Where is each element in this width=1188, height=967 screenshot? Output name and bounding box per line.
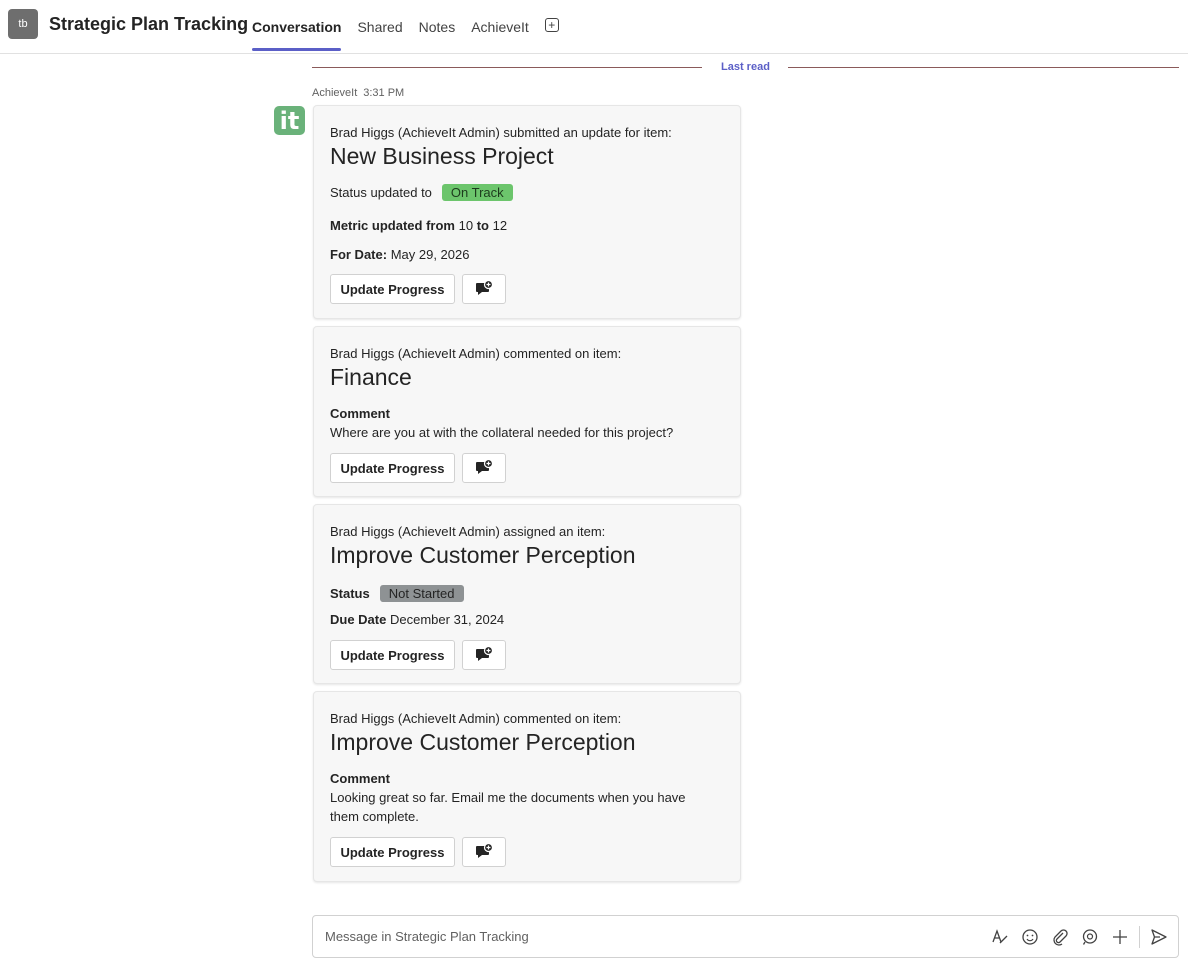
date-label: For Date: [330, 247, 388, 262]
metric-to-word: to [476, 218, 489, 233]
emoji-icon[interactable] [1019, 926, 1041, 948]
tab-notes[interactable]: Notes [419, 0, 456, 53]
card-intro: Brad Higgs (AchieveIt Admin) submitted a… [330, 125, 672, 140]
comment-text-line2: them complete. [330, 809, 419, 824]
metric-to: 12 [492, 218, 508, 233]
metric-row: Metric updated from 10 to 12 [330, 218, 507, 233]
card-title: Improve Customer Perception [330, 729, 636, 755]
comment-add-icon [476, 843, 493, 858]
tab-bar: Conversation Shared Notes AchieveIt + [252, 0, 559, 53]
sender-name[interactable]: AchieveIt [312, 87, 357, 99]
comment-card: Brad Higgs (AchieveIt Admin) commented o… [313, 326, 741, 497]
card-title: Improve Customer Perception [330, 542, 636, 568]
due-date-value: December 31, 2024 [389, 612, 505, 627]
add-comment-button[interactable] [462, 453, 506, 483]
status-label: Status [330, 586, 370, 601]
comment-add-icon [476, 459, 493, 474]
add-comment-button[interactable] [462, 274, 506, 304]
format-icon[interactable] [989, 926, 1011, 948]
compose-placeholder[interactable]: Message in Strategic Plan Tracking [325, 929, 529, 944]
comment-text-line1: Looking great so far. Email me the docum… [330, 790, 686, 805]
divider-line-right [788, 67, 1179, 68]
card-intro: Brad Higgs (AchieveIt Admin) assigned an… [330, 524, 606, 539]
status-badge: On Track [441, 184, 513, 201]
card-title: New Business Project [330, 143, 554, 169]
bot-avatar[interactable]: it [274, 106, 305, 135]
message-time: 3:31 PM [363, 87, 405, 99]
status-row: Status Not Started [330, 585, 464, 602]
last-read-divider: Last read [312, 60, 1179, 76]
due-date-label: Due Date [330, 612, 387, 627]
toolbar-separator [1139, 926, 1140, 948]
attach-icon[interactable] [1049, 926, 1071, 948]
divider-line-left [312, 67, 702, 68]
add-comment-button[interactable] [462, 837, 506, 867]
comment-card: Brad Higgs (AchieveIt Admin) commented o… [313, 691, 741, 882]
channel-title: Strategic Plan Tracking [49, 14, 249, 34]
send-icon[interactable] [1148, 926, 1170, 948]
due-date-row: Due Date December 31, 2024 [330, 612, 504, 627]
add-comment-button[interactable] [462, 640, 506, 670]
card-intro: Brad Higgs (AchieveIt Admin) commented o… [330, 346, 622, 361]
last-read-label: Last read [721, 61, 770, 73]
status-label: Status updated to [330, 185, 432, 200]
update-progress-button[interactable]: Update Progress [330, 274, 455, 304]
compose-toolbar [981, 926, 1170, 948]
tab-achieveit[interactable]: AchieveIt [471, 0, 529, 53]
update-progress-button[interactable]: Update Progress [330, 837, 455, 867]
status-row: Status updated to On Track [330, 184, 513, 201]
comment-add-icon [476, 646, 493, 661]
card-intro: Brad Higgs (AchieveIt Admin) commented o… [330, 711, 622, 726]
comment-add-icon [476, 280, 493, 295]
plus-icon[interactable] [1109, 926, 1131, 948]
team-avatar[interactable]: tb [8, 9, 38, 39]
date-row: For Date: May 29, 2026 [330, 247, 469, 262]
add-tab-icon[interactable]: + [544, 18, 559, 32]
assigned-card: Brad Higgs (AchieveIt Admin) assigned an… [313, 504, 741, 684]
channel-header: tb Strategic Plan Tracking Conversation … [0, 0, 1188, 54]
update-card: Brad Higgs (AchieveIt Admin) submitted a… [313, 105, 741, 319]
comment-text: Where are you at with the collateral nee… [330, 425, 674, 440]
status-badge: Not Started [379, 585, 464, 602]
tab-conversation[interactable]: Conversation [252, 0, 342, 53]
message-meta: AchieveIt 3:31 PM [312, 87, 404, 99]
update-progress-button[interactable]: Update Progress [330, 640, 455, 670]
loop-icon[interactable] [1079, 926, 1101, 948]
comment-label: Comment [330, 406, 390, 421]
card-title: Finance [330, 364, 412, 390]
update-progress-button[interactable]: Update Progress [330, 453, 455, 483]
metric-label: Metric updated from [330, 218, 455, 233]
compose-box[interactable]: Message in Strategic Plan Tracking [312, 915, 1179, 958]
date-value: May 29, 2026 [390, 247, 470, 262]
comment-label: Comment [330, 771, 390, 786]
tab-shared[interactable]: Shared [357, 0, 402, 53]
metric-from: 10 [458, 218, 474, 233]
